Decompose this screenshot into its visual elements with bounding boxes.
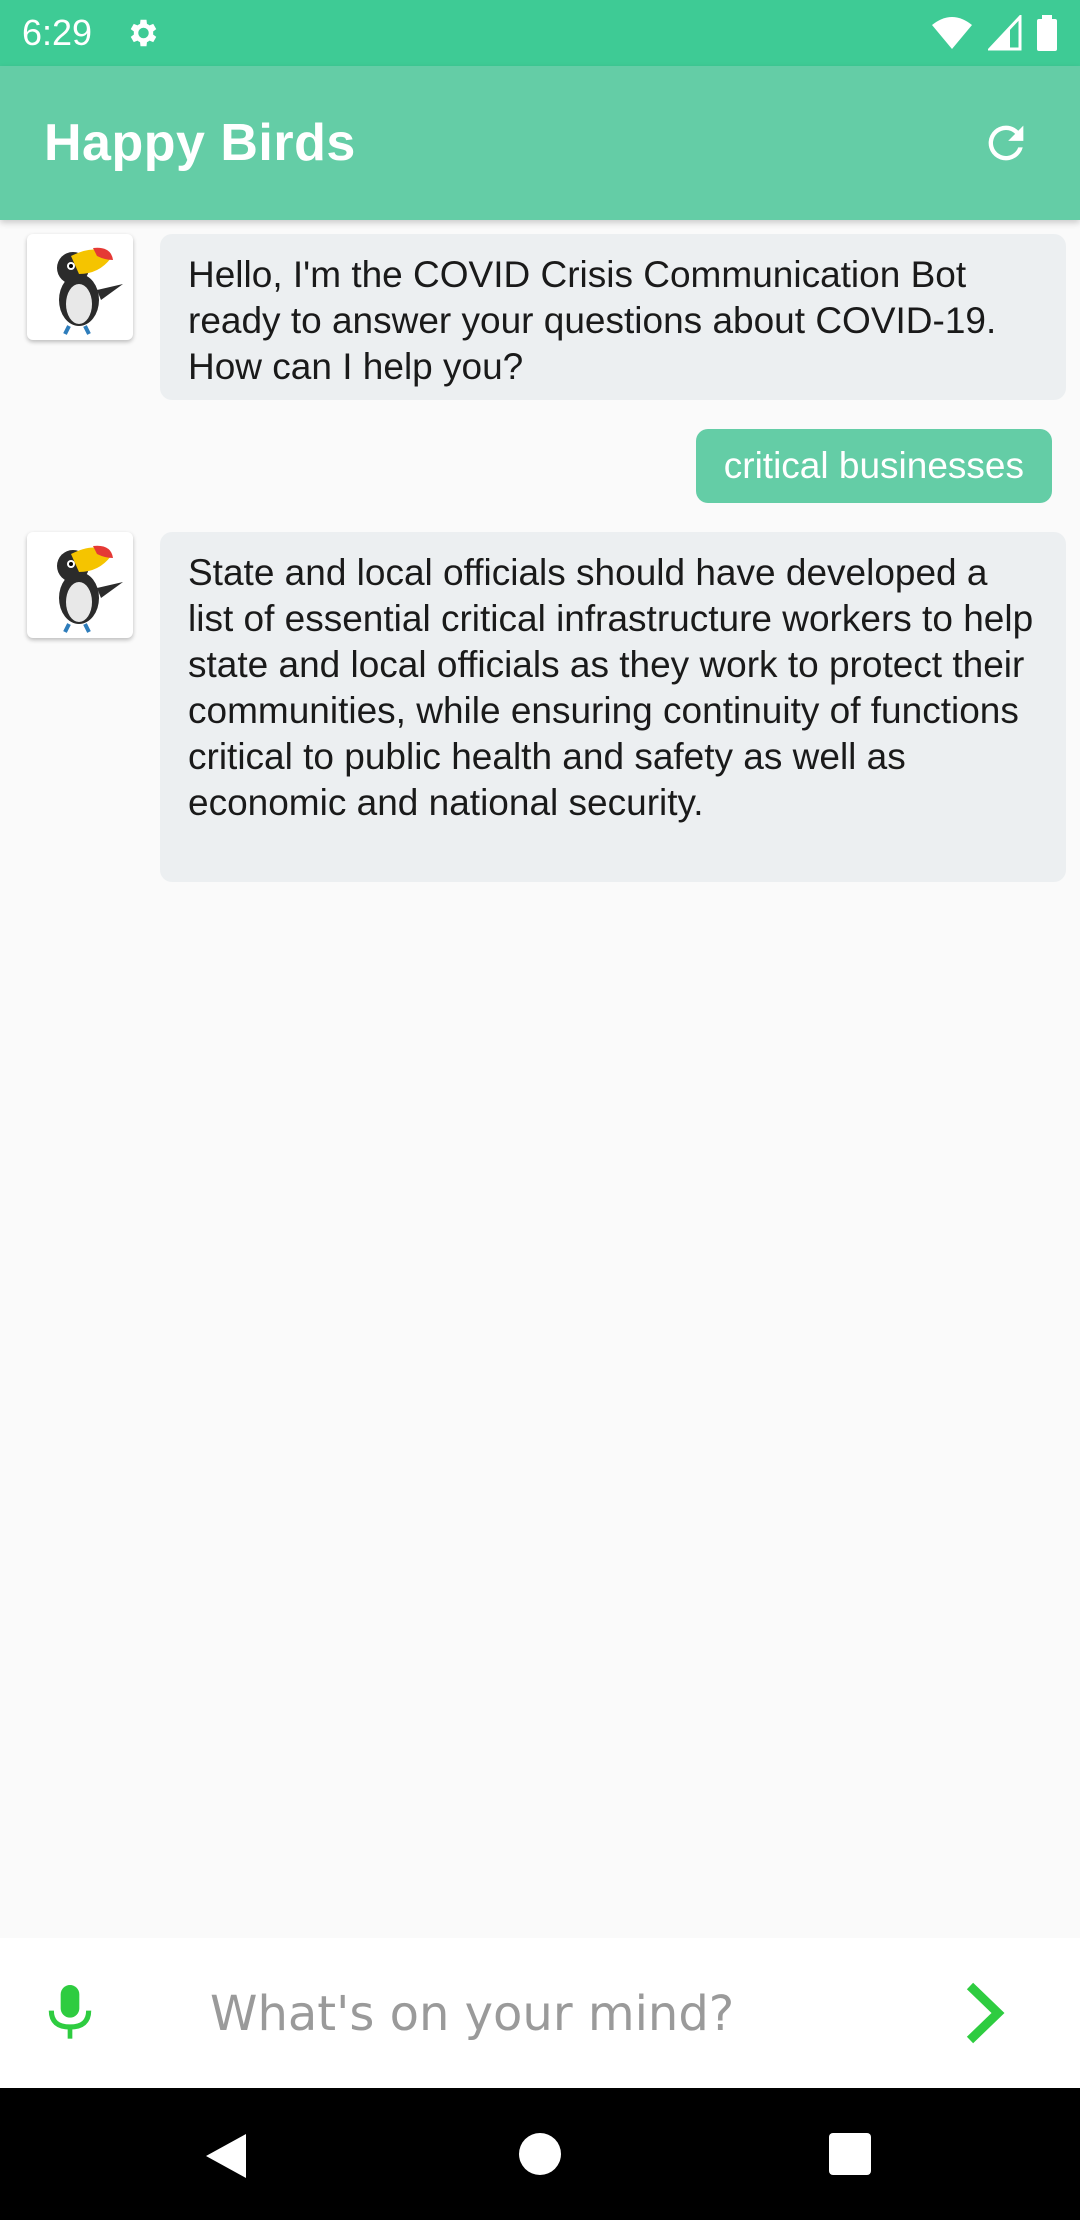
app-title: Happy Birds <box>44 114 356 172</box>
system-nav-bar <box>0 2088 1080 2220</box>
send-button[interactable] <box>960 1978 1010 2048</box>
bot-avatar <box>27 532 133 638</box>
toucan-icon <box>57 247 123 335</box>
refresh-icon <box>988 125 1024 161</box>
status-icons <box>930 15 1058 51</box>
cell-signal-icon <box>988 15 1022 51</box>
bot-message-text: State and local officials should have de… <box>188 552 1034 823</box>
settings-gear-icon <box>130 19 157 47</box>
home-icon[interactable] <box>519 2133 561 2175</box>
wifi-icon <box>932 17 972 49</box>
message-input[interactable] <box>210 1978 910 2050</box>
status-time: 6:29 <box>22 12 93 53</box>
battery-icon <box>1037 15 1057 51</box>
bot-message-bubble: Hello, I'm the COVID Crisis Communicatio… <box>160 234 1066 400</box>
app-bar: Happy Birds <box>0 66 1080 220</box>
back-icon[interactable] <box>204 2132 248 2180</box>
bot-message-bubble: State and local officials should have de… <box>160 532 1066 882</box>
recents-icon[interactable] <box>829 2133 871 2175</box>
status-bar: 6:29 <box>0 0 1080 66</box>
chat-area[interactable]: Hello, I'm the COVID Crisis Communicatio… <box>0 220 1080 1938</box>
bot-avatar <box>27 234 133 340</box>
user-message-text: critical businesses <box>723 445 1024 486</box>
toucan-icon <box>57 545 123 633</box>
microphone-icon <box>48 1985 92 2039</box>
bot-message-text: Hello, I'm the COVID Crisis Communicatio… <box>188 254 997 387</box>
user-message-bubble: critical businesses <box>695 429 1052 503</box>
refresh-button[interactable] <box>976 113 1036 173</box>
input-bar <box>0 1938 1080 2088</box>
chevron-right-icon <box>966 1982 1005 2044</box>
mic-button[interactable] <box>42 1982 98 2044</box>
